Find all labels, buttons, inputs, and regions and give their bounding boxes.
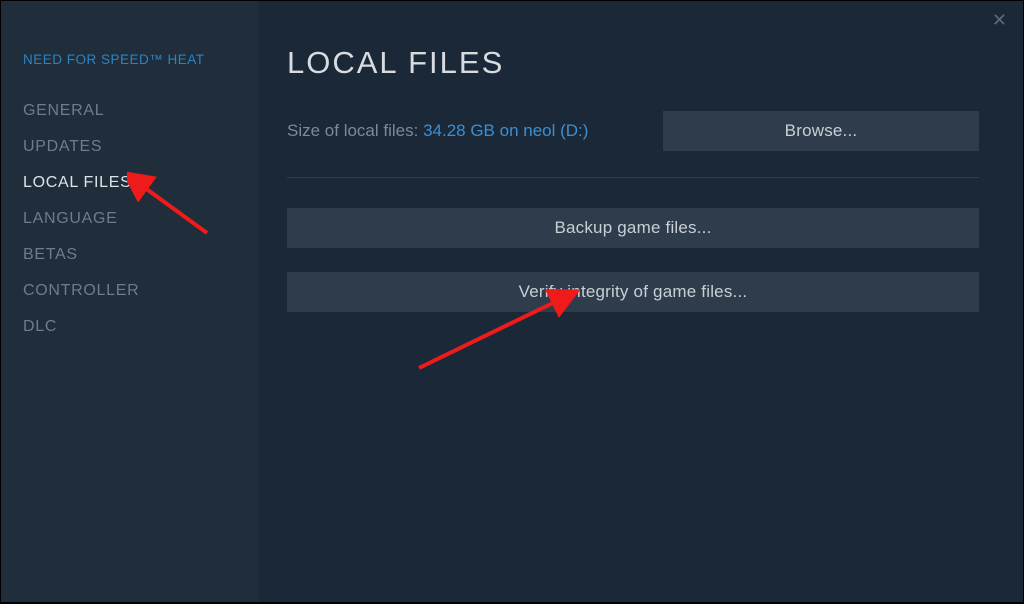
size-label: Size of local files: bbox=[287, 121, 423, 140]
page-title: LOCAL FILES bbox=[287, 45, 979, 81]
properties-window: NEED FOR SPEED™ HEAT GENERAL UPDATES LOC… bbox=[1, 1, 1023, 602]
sidebar-item-betas[interactable]: BETAS bbox=[23, 237, 237, 273]
sidebar-item-dlc[interactable]: DLC bbox=[23, 309, 237, 345]
browse-button[interactable]: Browse... bbox=[663, 111, 979, 151]
verify-integrity-button[interactable]: Verify integrity of game files... bbox=[287, 272, 979, 312]
game-title: NEED FOR SPEED™ HEAT bbox=[23, 51, 237, 69]
local-files-size-text: Size of local files: 34.28 GB on neol (D… bbox=[287, 121, 645, 141]
local-files-size-row: Size of local files: 34.28 GB on neol (D… bbox=[287, 111, 979, 151]
close-icon[interactable]: ✕ bbox=[986, 7, 1013, 33]
section-divider bbox=[287, 177, 979, 178]
sidebar-item-local-files[interactable]: LOCAL FILES bbox=[23, 165, 237, 201]
size-value: 34.28 GB on neol (D:) bbox=[423, 121, 588, 140]
sidebar-item-language[interactable]: LANGUAGE bbox=[23, 201, 237, 237]
sidebar: NEED FOR SPEED™ HEAT GENERAL UPDATES LOC… bbox=[1, 1, 259, 602]
sidebar-item-updates[interactable]: UPDATES bbox=[23, 129, 237, 165]
sidebar-item-general[interactable]: GENERAL bbox=[23, 93, 237, 129]
backup-game-files-button[interactable]: Backup game files... bbox=[287, 208, 979, 248]
sidebar-item-controller[interactable]: CONTROLLER bbox=[23, 273, 237, 309]
content-pane: ✕ LOCAL FILES Size of local files: 34.28… bbox=[259, 1, 1023, 602]
